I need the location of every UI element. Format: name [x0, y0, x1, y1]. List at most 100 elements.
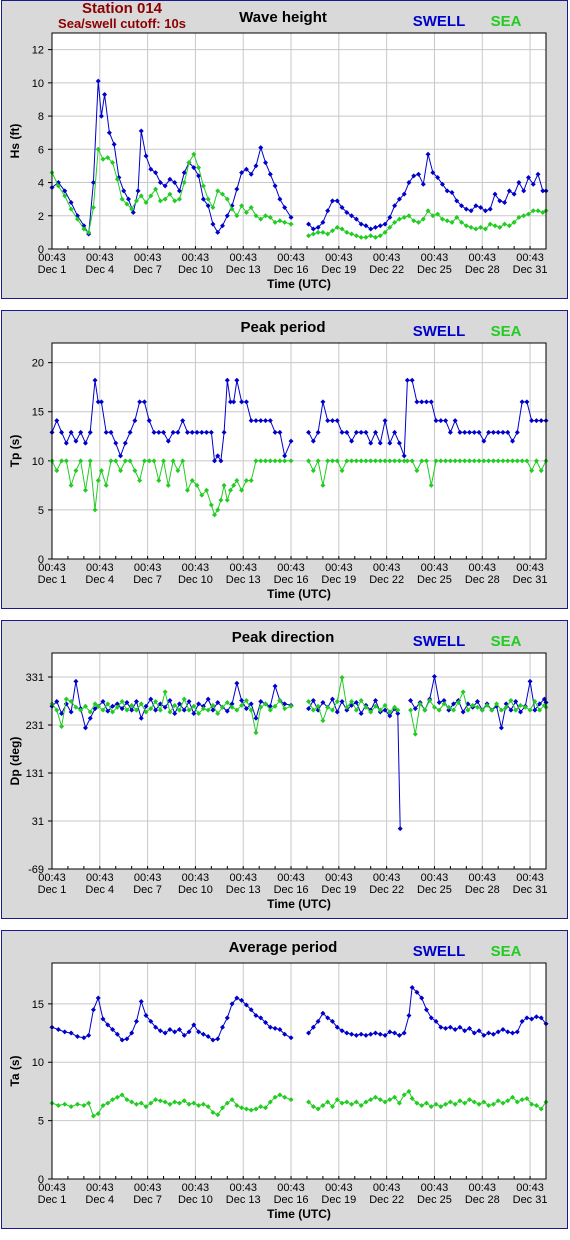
legend-sea: SEA	[491, 633, 522, 650]
x-tick-time: 00:43	[373, 872, 401, 884]
x-tick-date: Dec 7	[133, 574, 162, 586]
chart-title: Wave height	[239, 9, 327, 26]
station-name: Station 014	[81, 0, 163, 17]
x-tick-time: 00:43	[182, 1182, 210, 1194]
y-tick-label: 5	[38, 505, 44, 517]
x-tick-time: 00:43	[134, 872, 162, 884]
x-tick-date: Dec 19	[321, 574, 356, 586]
x-tick-date: Dec 31	[513, 884, 548, 896]
y-tick-label: 6	[38, 144, 44, 156]
x-tick-time: 00:43	[421, 872, 449, 884]
y-tick-label: 131	[26, 768, 44, 780]
peak-direction-panel: Peak direction SWELL SEA -69 31 131 231 331 Dp (…	[1, 620, 568, 919]
y-axis-label: Tp (s)	[8, 435, 22, 468]
x-tick-time: 00:43	[421, 252, 449, 264]
sea-swell-cutoff: Sea/swell cutoff: 10s	[58, 16, 186, 31]
y-tick-label: 4	[38, 178, 44, 190]
legend-swell: SWELL	[413, 633, 466, 650]
station-label: Station 014 Sea/swell cutoff: 10s	[42, 1, 202, 31]
x-tick-date: Dec 10	[178, 574, 213, 586]
x-tick-time: 00:43	[229, 252, 257, 264]
x-tick-date: Dec 16	[274, 884, 309, 896]
x-tick-time: 00:43	[182, 872, 210, 884]
x-tick-time: 00:43	[38, 252, 66, 264]
x-tick-time: 00:43	[373, 1182, 401, 1194]
x-tick-date: Dec 25	[417, 884, 452, 896]
plot-area	[52, 653, 546, 869]
x-tick-date: Dec 10	[178, 1194, 213, 1206]
x-tick-time: 00:43	[86, 1182, 114, 1194]
legend-swell: SWELL	[413, 323, 466, 340]
y-tick-label: 331	[26, 672, 44, 684]
y-tick-label: 15	[32, 407, 44, 419]
x-axis-label: Time (UTC)	[267, 277, 331, 291]
x-axis-label: Time (UTC)	[267, 897, 331, 911]
x-tick-date: Dec 22	[369, 264, 404, 276]
x-tick-time: 00:43	[229, 872, 257, 884]
x-tick-date: Dec 7	[133, 264, 162, 276]
x-tick-date: Dec 4	[85, 264, 114, 276]
x-tick-date: Dec 28	[465, 264, 500, 276]
x-tick-time: 00:43	[373, 252, 401, 264]
chart-title: Peak direction	[232, 629, 335, 646]
legend-sea: SEA	[491, 943, 522, 960]
peak-period-chart: Peak period SWELL SEA05101520Tp (s)00:43De…	[8, 319, 549, 601]
x-tick-date: Dec 22	[369, 884, 404, 896]
x-tick-date: Dec 31	[513, 1194, 548, 1206]
x-tick-date: Dec 4	[85, 1194, 114, 1206]
plot-area	[52, 343, 546, 559]
x-tick-time: 00:43	[277, 562, 305, 574]
x-tick-date: Dec 22	[369, 1194, 404, 1206]
x-tick-date: Dec 13	[226, 264, 261, 276]
x-tick-date: Dec 16	[274, 574, 309, 586]
x-tick-time: 00:43	[325, 872, 353, 884]
x-tick-time: 00:43	[516, 562, 544, 574]
x-tick-time: 00:43	[373, 562, 401, 574]
y-axis-label: Dp (deg)	[8, 737, 22, 786]
y-axis-label: Hs (ft)	[8, 124, 22, 159]
x-tick-time: 00:43	[38, 1182, 66, 1194]
x-tick-date: Dec 13	[226, 574, 261, 586]
x-tick-time: 00:43	[38, 562, 66, 574]
x-tick-date: Dec 25	[417, 574, 452, 586]
x-axis-label: Time (UTC)	[267, 587, 331, 601]
x-tick-time: 00:43	[277, 1182, 305, 1194]
plot-area	[52, 33, 546, 249]
x-tick-date: Dec 10	[178, 264, 213, 276]
peak-direction-chart: Peak direction SWELL SEA-6931131231331Dp (…	[8, 629, 549, 911]
y-tick-label: 10	[32, 456, 44, 468]
x-tick-date: Dec 7	[133, 1194, 162, 1206]
y-tick-label: 12	[32, 45, 44, 57]
x-tick-time: 00:43	[516, 1182, 544, 1194]
x-tick-time: 00:43	[516, 252, 544, 264]
x-tick-time: 00:43	[325, 1182, 353, 1194]
x-tick-time: 00:43	[325, 252, 353, 264]
x-tick-time: 00:43	[229, 562, 257, 574]
x-tick-date: Dec 25	[417, 1194, 452, 1206]
legend-swell: SWELL	[413, 13, 466, 30]
x-tick-date: Dec 1	[38, 884, 67, 896]
x-tick-date: Dec 25	[417, 264, 452, 276]
x-tick-time: 00:43	[325, 562, 353, 574]
y-tick-label: 10	[32, 1057, 44, 1069]
x-tick-time: 00:43	[182, 252, 210, 264]
x-tick-time: 00:43	[86, 252, 114, 264]
legend-sea: SEA	[491, 13, 522, 30]
x-tick-date: Dec 28	[465, 1194, 500, 1206]
y-tick-label: 2	[38, 211, 44, 223]
average-period-panel: Average period SWELL SEA 0 5 10 15 Ta (s) 00:43 D…	[1, 930, 568, 1229]
plot-area	[52, 963, 546, 1179]
x-tick-date: Dec 19	[321, 264, 356, 276]
x-tick-date: Dec 28	[465, 884, 500, 896]
y-axis-label: Ta (s)	[8, 1055, 22, 1086]
y-tick-label: 15	[32, 999, 44, 1011]
x-tick-date: Dec 31	[513, 574, 548, 586]
average-period-chart: Average period SWELL SEA051015Ta (s)00:43D…	[8, 939, 549, 1221]
x-tick-date: Dec 16	[274, 264, 309, 276]
chart-title: Average period	[229, 939, 338, 956]
x-tick-time: 00:43	[229, 1182, 257, 1194]
x-tick-time: 00:43	[468, 872, 496, 884]
x-tick-time: 00:43	[182, 562, 210, 574]
x-tick-date: Dec 7	[133, 884, 162, 896]
x-tick-time: 00:43	[86, 562, 114, 574]
